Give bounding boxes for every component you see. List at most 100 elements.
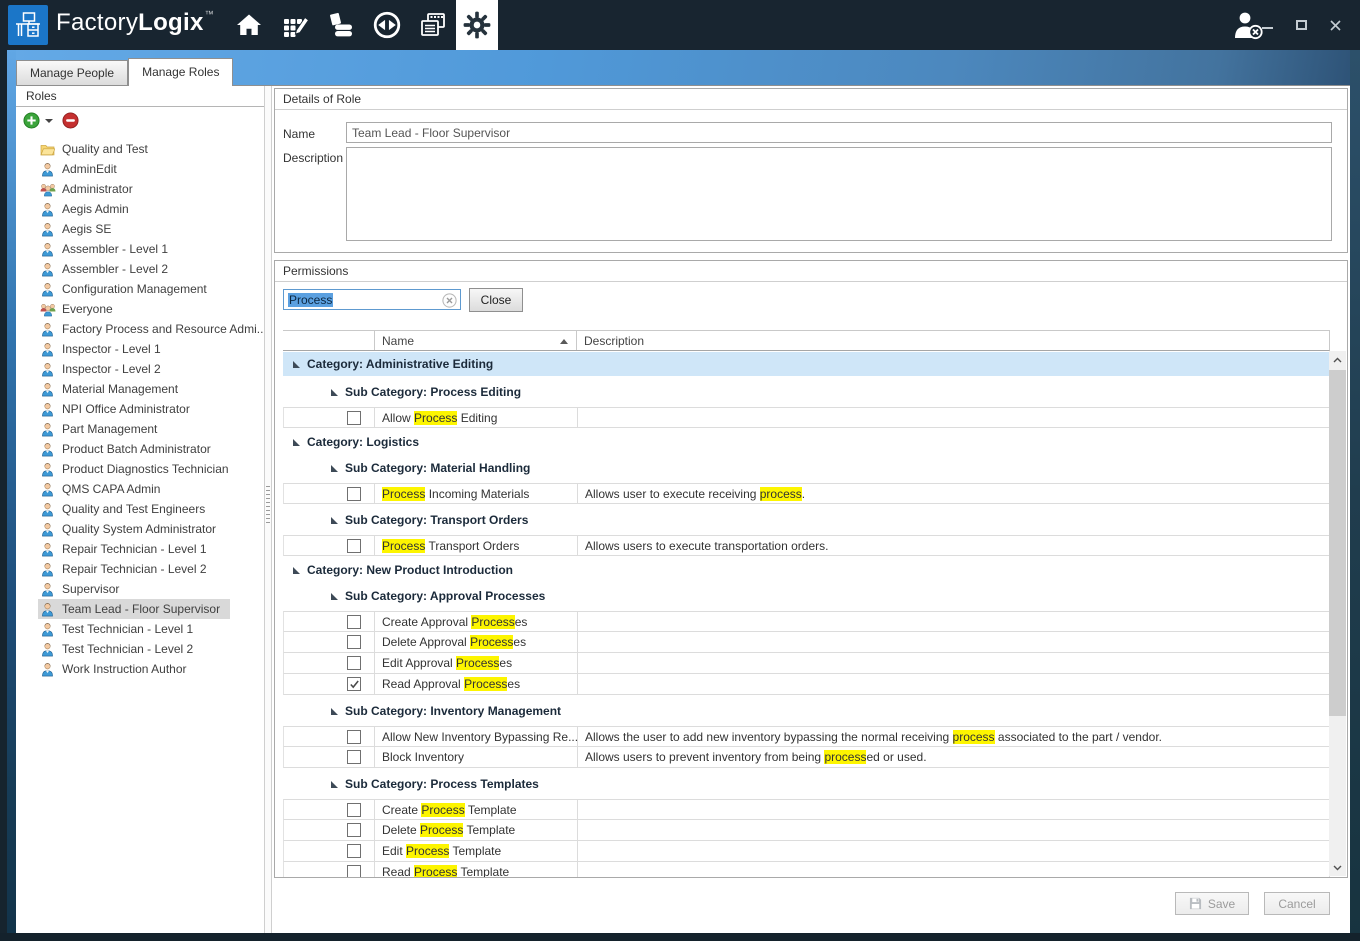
expander-icon[interactable]	[331, 593, 338, 600]
permission-row[interactable]: Read Process Template	[283, 862, 1330, 877]
expander-icon[interactable]	[331, 781, 338, 788]
checkbox-unchecked[interactable]	[347, 844, 361, 858]
role-item[interactable]: Everyone	[16, 299, 264, 319]
role-item[interactable]: Supervisor	[16, 579, 264, 599]
role-item[interactable]: Test Technician - Level 1	[16, 619, 264, 639]
role-item[interactable]: Administrator	[16, 179, 264, 199]
checkbox-unchecked[interactable]	[347, 823, 361, 837]
permission-row[interactable]: Read Approval Processes	[283, 674, 1330, 695]
permission-row[interactable]: Edit Process Template	[283, 841, 1330, 862]
close-search-button[interactable]: Close	[469, 288, 523, 312]
role-item[interactable]: Configuration Management	[16, 279, 264, 299]
role-item[interactable]: Quality System Administrator	[16, 519, 264, 539]
permission-row[interactable]: Create Approval Processes	[283, 611, 1330, 632]
role-name-input[interactable]	[346, 122, 1332, 143]
column-header-description[interactable]: Description	[577, 331, 1329, 350]
permission-row[interactable]: Allow Process Editing	[283, 407, 1330, 428]
role-item[interactable]: Work Instruction Author	[16, 659, 264, 679]
documents-icon[interactable]	[410, 0, 456, 50]
subcategory-row[interactable]: Sub Category: Inventory Management	[283, 701, 1330, 721]
materials-icon[interactable]	[318, 0, 364, 50]
remove-role-button[interactable]	[62, 112, 79, 129]
permission-row[interactable]: Process Transport OrdersAllows users to …	[283, 535, 1330, 556]
checkbox-unchecked[interactable]	[347, 656, 361, 670]
role-item[interactable]: Team Lead - Floor Supervisor	[16, 599, 264, 619]
add-role-button[interactable]	[23, 112, 40, 129]
sync-icon[interactable]	[364, 0, 410, 50]
checkbox-unchecked[interactable]	[347, 487, 361, 501]
checkbox-unchecked[interactable]	[347, 750, 361, 764]
permission-row[interactable]: Allow New Inventory Bypassing Re...Allow…	[283, 726, 1330, 747]
role-description-input[interactable]	[346, 147, 1332, 241]
maximize-button[interactable]	[1294, 17, 1308, 33]
subcategory-row[interactable]: Sub Category: Approval Processes	[283, 586, 1330, 606]
role-item[interactable]: AdminEdit	[16, 159, 264, 179]
permission-row[interactable]: Block InventoryAllows users to prevent i…	[283, 747, 1330, 768]
role-item[interactable]: Aegis Admin	[16, 199, 264, 219]
checkbox-unchecked[interactable]	[347, 411, 361, 425]
category-row[interactable]: Category: Logistics	[283, 432, 1330, 452]
clear-search-icon[interactable]	[442, 293, 457, 308]
permission-row[interactable]: Delete Process Template	[283, 820, 1330, 841]
permission-row[interactable]: Create Process Template	[283, 799, 1330, 820]
settings-gear-icon[interactable]	[456, 0, 498, 50]
cancel-button[interactable]: Cancel	[1264, 892, 1330, 915]
role-item[interactable]: Inspector - Level 2	[16, 359, 264, 379]
scrollbar-thumb[interactable]	[1329, 370, 1346, 716]
checkbox-unchecked[interactable]	[347, 730, 361, 744]
role-item[interactable]: Part Management	[16, 419, 264, 439]
expander-icon[interactable]	[331, 465, 338, 472]
expander-icon[interactable]	[331, 517, 338, 524]
checkbox-unchecked[interactable]	[347, 865, 361, 877]
home-icon[interactable]	[226, 0, 272, 50]
permission-row[interactable]: Delete Approval Processes	[283, 632, 1330, 653]
subcategory-row[interactable]: Sub Category: Process Editing	[283, 382, 1330, 402]
panel-splitter[interactable]	[264, 86, 272, 933]
expander-icon[interactable]	[293, 567, 300, 574]
role-item[interactable]: Assembler - Level 2	[16, 259, 264, 279]
role-item[interactable]: NPI Office Administrator	[16, 399, 264, 419]
subcategory-label: Sub Category: Inventory Management	[345, 704, 561, 718]
checkbox-unchecked[interactable]	[347, 615, 361, 629]
category-row[interactable]: Category: New Product Introduction	[283, 560, 1330, 580]
column-header-name[interactable]: Name	[374, 331, 577, 350]
chevron-down-icon[interactable]	[45, 119, 53, 123]
jobs-edit-icon[interactable]	[272, 0, 318, 50]
role-item[interactable]: Repair Technician - Level 1	[16, 539, 264, 559]
expander-icon[interactable]	[331, 389, 338, 396]
role-item[interactable]: Factory Process and Resource Admi...	[16, 319, 264, 339]
tab-manage-roles[interactable]: Manage Roles	[128, 58, 233, 85]
role-item[interactable]: QMS CAPA Admin	[16, 479, 264, 499]
save-button[interactable]: Save	[1175, 892, 1249, 915]
role-item[interactable]: Aegis SE	[16, 219, 264, 239]
permission-row[interactable]: Process Incoming MaterialsAllows user to…	[283, 483, 1330, 504]
role-item[interactable]: Quality and Test	[16, 139, 264, 159]
category-row[interactable]: Category: Administrative Editing	[283, 352, 1330, 376]
checkbox-unchecked[interactable]	[347, 635, 361, 649]
role-item[interactable]: Assembler - Level 1	[16, 239, 264, 259]
minimize-button[interactable]	[1260, 17, 1274, 33]
close-window-button[interactable]	[1328, 17, 1342, 33]
expander-icon[interactable]	[293, 361, 300, 368]
role-item[interactable]: Product Diagnostics Technician	[16, 459, 264, 479]
expander-icon[interactable]	[331, 708, 338, 715]
scroll-up-icon[interactable]	[1329, 351, 1346, 368]
role-item[interactable]: Repair Technician - Level 2	[16, 559, 264, 579]
tab-manage-people[interactable]: Manage People	[16, 60, 128, 85]
vertical-scrollbar[interactable]	[1329, 351, 1346, 876]
expander-icon[interactable]	[293, 439, 300, 446]
permission-row[interactable]: Edit Approval Processes	[283, 653, 1330, 674]
role-item[interactable]: Test Technician - Level 2	[16, 639, 264, 659]
permissions-search-input[interactable]: Process	[283, 289, 461, 310]
subcategory-row[interactable]: Sub Category: Transport Orders	[283, 510, 1330, 530]
subcategory-row[interactable]: Sub Category: Process Templates	[283, 774, 1330, 794]
role-item[interactable]: Quality and Test Engineers	[16, 499, 264, 519]
scroll-down-icon[interactable]	[1329, 859, 1346, 876]
checkbox-unchecked[interactable]	[347, 803, 361, 817]
role-item[interactable]: Material Management	[16, 379, 264, 399]
checkbox-unchecked[interactable]	[347, 539, 361, 553]
role-item[interactable]: Product Batch Administrator	[16, 439, 264, 459]
role-item[interactable]: Inspector - Level 1	[16, 339, 264, 359]
subcategory-row[interactable]: Sub Category: Material Handling	[283, 458, 1330, 478]
checkbox-checked[interactable]	[347, 677, 361, 691]
